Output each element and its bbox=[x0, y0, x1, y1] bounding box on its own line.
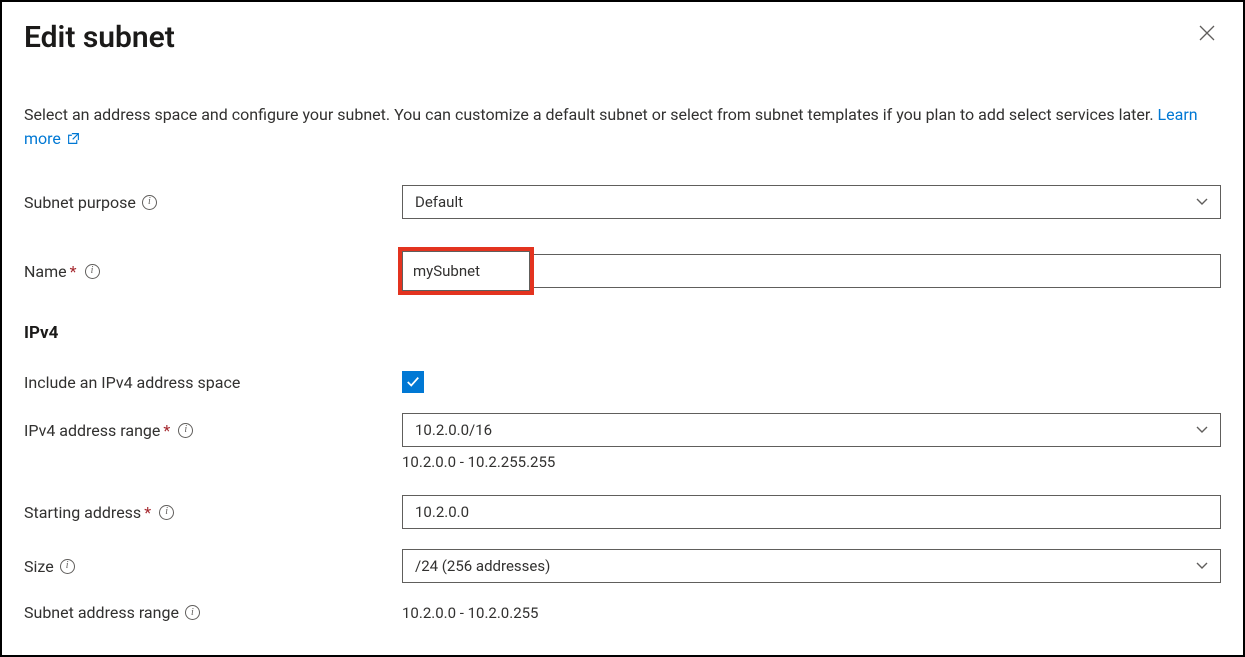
close-icon bbox=[1199, 25, 1215, 41]
name-value: mySubnet bbox=[413, 262, 480, 280]
ipv4-range-label: IPv4 address range* i bbox=[24, 421, 402, 440]
name-label: Name* i bbox=[24, 262, 402, 281]
info-icon[interactable]: i bbox=[185, 605, 200, 620]
intro-text: Select an address space and configure yo… bbox=[24, 103, 1221, 151]
chevron-down-icon bbox=[1196, 424, 1208, 437]
subnet-address-range-value: 10.2.0.0 - 10.2.0.255 bbox=[402, 604, 538, 622]
starting-address-value: 10.2.0.0 bbox=[415, 503, 469, 521]
include-ipv4-label: Include an IPv4 address space bbox=[24, 373, 402, 392]
intro-copy: Select an address space and configure yo… bbox=[24, 105, 1158, 124]
page-title: Edit subnet bbox=[24, 20, 175, 55]
info-icon[interactable]: i bbox=[60, 559, 75, 574]
name-input-extension[interactable] bbox=[534, 254, 1221, 288]
chevron-down-icon bbox=[1196, 560, 1208, 573]
size-label: Size i bbox=[24, 557, 402, 576]
ipv4-range-select[interactable]: 10.2.0.0/16 bbox=[402, 413, 1221, 447]
ipv4-section-heading: IPv4 bbox=[24, 323, 1221, 343]
info-icon[interactable]: i bbox=[178, 423, 193, 438]
info-icon[interactable]: i bbox=[159, 505, 174, 520]
close-button[interactable] bbox=[1193, 20, 1221, 48]
subnet-address-range-label: Subnet address range i bbox=[24, 603, 402, 622]
info-icon[interactable]: i bbox=[85, 264, 100, 279]
starting-address-label: Starting address* i bbox=[24, 503, 402, 522]
size-value: /24 (256 addresses) bbox=[415, 557, 550, 575]
chevron-down-icon bbox=[1196, 196, 1208, 209]
include-ipv4-checkbox[interactable] bbox=[402, 371, 424, 393]
subnet-purpose-select[interactable]: Default bbox=[402, 185, 1221, 219]
name-input[interactable]: mySubnet bbox=[402, 251, 530, 291]
required-marker: * bbox=[144, 503, 151, 522]
subnet-purpose-label: Subnet purpose i bbox=[24, 193, 402, 212]
subnet-purpose-value: Default bbox=[415, 193, 463, 211]
ipv4-range-helper: 10.2.0.0 - 10.2.255.255 bbox=[402, 453, 1221, 471]
checkmark-icon bbox=[406, 375, 420, 389]
info-icon[interactable]: i bbox=[142, 195, 157, 210]
size-select[interactable]: /24 (256 addresses) bbox=[402, 549, 1221, 583]
required-marker: * bbox=[70, 262, 77, 281]
starting-address-input[interactable]: 10.2.0.0 bbox=[402, 495, 1221, 529]
external-link-icon bbox=[67, 132, 80, 145]
ipv4-range-value: 10.2.0.0/16 bbox=[415, 421, 492, 439]
required-marker: * bbox=[163, 421, 170, 440]
name-highlight: mySubnet bbox=[398, 247, 534, 295]
